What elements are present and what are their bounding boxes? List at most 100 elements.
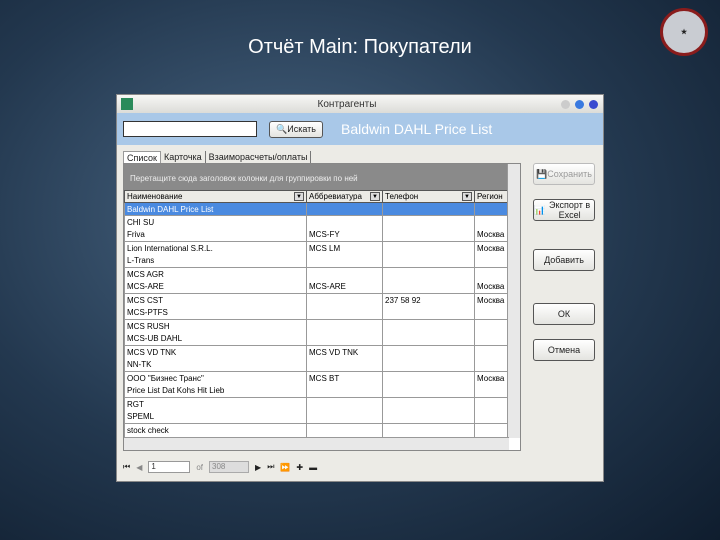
- table-row[interactable]: MCS RUSH: [124, 319, 509, 333]
- column-header-label: Телефон: [385, 192, 419, 201]
- add-record-icon[interactable]: ✚: [296, 463, 303, 472]
- table-cell: [306, 254, 383, 268]
- table-cell: [382, 371, 475, 385]
- table-cell: [382, 202, 475, 216]
- table-cell: Lion International S.R.L.: [124, 241, 307, 255]
- table-row[interactable]: MCS CST 237 58 92 Москва: [124, 293, 509, 307]
- table-cell: [474, 202, 509, 216]
- table-row[interactable]: MCS VD TNK MCS VD TNK: [124, 345, 509, 359]
- table-cell: Москва: [474, 293, 509, 307]
- table-cell: [474, 306, 509, 320]
- column-header[interactable]: Телефон ▼: [382, 190, 475, 203]
- table-row[interactable]: SPEML: [124, 410, 509, 424]
- add-button[interactable]: Добавить: [533, 249, 595, 271]
- table-cell: [474, 358, 509, 372]
- table-row[interactable]: NN-TK: [124, 358, 509, 372]
- table-cell: [382, 358, 475, 372]
- export-label: Экспорт в Excel: [549, 200, 591, 220]
- binoculars-icon: 🔍: [276, 124, 288, 134]
- table-cell: Москва: [474, 280, 509, 294]
- column-header[interactable]: Регион: [474, 190, 509, 203]
- first-page-icon[interactable]: ⏮: [123, 462, 130, 472]
- table-row[interactable]: Price List Dat Kohs Hit Lieb: [124, 384, 509, 398]
- column-header-label: Регион: [477, 192, 503, 201]
- search-input[interactable]: [123, 121, 257, 137]
- table-cell: MCS BT: [306, 371, 383, 385]
- table-cell: [306, 397, 383, 411]
- filter-dropdown-icon[interactable]: ▼: [462, 192, 472, 201]
- next-page-fast-icon[interactable]: ⏩: [280, 463, 290, 472]
- maximize-button[interactable]: [575, 99, 584, 109]
- table-cell: [474, 410, 509, 424]
- close-button[interactable]: [589, 99, 598, 109]
- table-row[interactable]: MCS-UB DAHL: [124, 332, 509, 346]
- filter-dropdown-icon[interactable]: ▼: [294, 192, 304, 201]
- ok-button[interactable]: ОК: [533, 303, 595, 325]
- table-cell: [382, 410, 475, 424]
- table-cell: [306, 319, 383, 333]
- table-cell: [382, 241, 475, 255]
- last-page-icon[interactable]: ⏭: [267, 462, 274, 472]
- export-excel-button[interactable]: 📊 Экспорт в Excel: [533, 199, 595, 221]
- table-cell: [382, 280, 475, 294]
- table-cell: ООО "Бизнес Транс": [124, 371, 307, 385]
- table-cell: SPEML: [124, 410, 307, 424]
- table-row[interactable]: ООО "Бизнес Транс" MCS BT Москва: [124, 371, 509, 385]
- table-row[interactable]: Lion International S.R.L. MCS LM Москва: [124, 241, 509, 255]
- table-cell: MCS-FY: [306, 228, 383, 242]
- next-page-icon[interactable]: ▶: [255, 463, 261, 472]
- table-cell: [382, 254, 475, 268]
- table-row[interactable]: MCS-PTFS: [124, 306, 509, 320]
- selected-heading: Baldwin DAHL Price List: [341, 121, 493, 137]
- pager: ⏮ ◀ 1 of 308 ▶ ⏭ ⏩ ✚ ▬: [123, 461, 317, 473]
- table-cell: MCS-ARE: [306, 280, 383, 294]
- group-hint: Перетащите сюда заголовок колонки для гр…: [124, 164, 520, 190]
- table-cell: [474, 345, 509, 359]
- title-bar: Контрагенты: [117, 95, 603, 113]
- table-cell: MCS VD TNK: [306, 345, 383, 359]
- vertical-scrollbar[interactable]: [507, 164, 520, 438]
- table-cell: [382, 267, 475, 281]
- save-button[interactable]: 💾 Сохранить: [533, 163, 595, 185]
- column-header[interactable]: Наименование ▼: [124, 190, 307, 203]
- table-row[interactable]: MCS AGR: [124, 267, 509, 281]
- table-row[interactable]: MCS-ARE MCS-ARE Москва: [124, 280, 509, 294]
- table-row[interactable]: Baldwin DAHL Price List: [124, 202, 509, 216]
- column-header-label: Аббревиатура: [309, 192, 362, 201]
- table-cell: [382, 332, 475, 346]
- table-cell: MCS RUSH: [124, 319, 307, 333]
- table-cell: MCS CST: [124, 293, 307, 307]
- company-logo: ★: [660, 8, 708, 56]
- table-row[interactable]: L-Trans: [124, 254, 509, 268]
- table-cell: [382, 306, 475, 320]
- horizontal-scrollbar[interactable]: [124, 437, 509, 450]
- table-row[interactable]: stock check: [124, 423, 509, 437]
- cancel-button[interactable]: Отмена: [533, 339, 595, 361]
- search-button[interactable]: 🔍 Искать: [269, 120, 323, 138]
- filter-dropdown-icon[interactable]: ▼: [370, 192, 380, 201]
- save-label: Сохранить: [547, 169, 592, 179]
- table-cell: [382, 319, 475, 333]
- page-input[interactable]: 1: [148, 461, 191, 473]
- table-cell: L-Trans: [124, 254, 307, 268]
- table-cell: Price List Dat Kohs Hit Lieb: [124, 384, 307, 398]
- table-cell: [474, 384, 509, 398]
- table-cell: Friva: [124, 228, 307, 242]
- table-row[interactable]: Friva MCS-FY Москва: [124, 228, 509, 242]
- table-row[interactable]: CHI SU: [124, 215, 509, 229]
- table-cell: [306, 267, 383, 281]
- table-cell: Москва: [474, 228, 509, 242]
- table-cell: [474, 397, 509, 411]
- table-row[interactable]: RGT: [124, 397, 509, 411]
- delete-record-icon[interactable]: ▬: [309, 463, 317, 472]
- column-header-label: Наименование: [127, 192, 183, 201]
- column-header[interactable]: Аббревиатура ▼: [306, 190, 383, 203]
- table-cell: MCS-UB DAHL: [124, 332, 307, 346]
- slide-title: Отчёт Main: Покупатели: [248, 36, 472, 58]
- table-cell: [474, 215, 509, 229]
- table-cell: [382, 215, 475, 229]
- table-cell: [382, 345, 475, 359]
- table-cell: [306, 358, 383, 372]
- minimize-button[interactable]: [561, 99, 570, 109]
- prev-page-icon[interactable]: ◀: [136, 463, 142, 472]
